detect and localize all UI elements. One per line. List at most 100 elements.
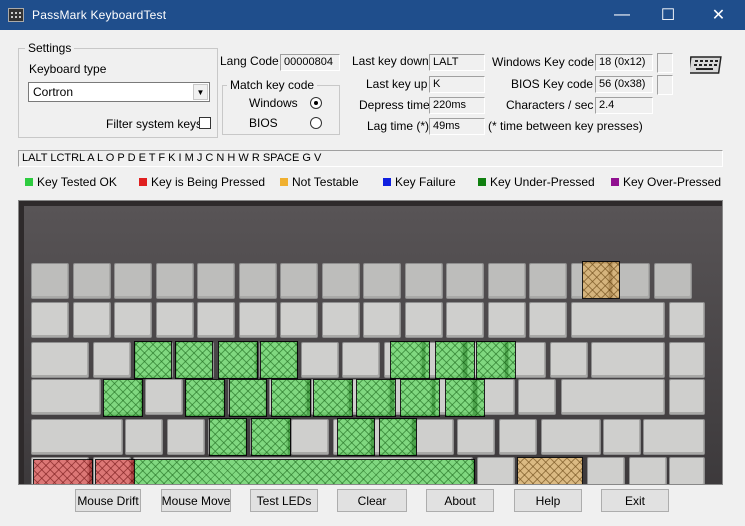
match-windows-radio[interactable] — [310, 97, 322, 109]
key-status-overlay — [379, 418, 417, 456]
keyboard-key — [155, 302, 194, 338]
keyboard-key — [669, 379, 705, 415]
chars-per-sec-field: 2.4 — [595, 97, 653, 114]
key-status-overlay — [251, 418, 291, 456]
keyboard-key — [114, 263, 152, 299]
keyboard-key — [669, 302, 705, 338]
key-status-overlay — [229, 379, 267, 417]
keyboard-key — [404, 302, 443, 338]
keyboard-key — [321, 302, 360, 338]
keyboard-key — [561, 379, 665, 415]
legend-tested-ok: Key Tested OK — [25, 175, 117, 189]
keyboard-key — [197, 263, 235, 299]
minimize-button[interactable]: — — [599, 0, 645, 30]
keyboard-key — [643, 419, 705, 455]
key-status-overlay — [517, 457, 583, 484]
keyboard-key — [529, 263, 567, 299]
maximize-button[interactable]: ☐ — [645, 0, 691, 30]
keyboard-key — [291, 419, 329, 455]
key-status-overlay — [435, 341, 475, 379]
keyboard-key — [446, 263, 484, 299]
key-log-field: LALT LCTRL A L O P D E T F K I M J C N H… — [18, 150, 723, 167]
keyboard-key — [238, 263, 277, 299]
legend-swatch — [478, 178, 486, 186]
lag-time-label: Lag time (*) — [367, 119, 430, 133]
lag-time-field: 49ms — [429, 118, 485, 135]
chevron-down-icon[interactable]: ▼ — [193, 84, 208, 100]
keyboard-type-value: Cortron — [33, 85, 74, 99]
keyboard-key — [653, 263, 692, 299]
app-keyboard-icon — [8, 8, 24, 22]
lang-code-field: 00000804 — [280, 54, 340, 71]
keyboard-key — [404, 263, 443, 299]
keyboard-photo — [18, 200, 723, 485]
legend-swatch — [139, 178, 147, 186]
keyboard-key — [197, 302, 235, 338]
keyboard-key — [166, 419, 205, 455]
window-title: PassMark KeyboardTest — [32, 8, 167, 22]
key-status-overlay — [582, 261, 620, 299]
keyboard-key — [300, 342, 339, 378]
keyboard-key — [114, 302, 152, 338]
legend-swatch — [383, 178, 391, 186]
keyboard-key — [603, 419, 641, 455]
keyboard-key — [93, 342, 131, 378]
test-leds-button[interactable]: Test LEDs — [250, 489, 318, 512]
key-status-overlay — [134, 341, 172, 379]
match-bios-label: BIOS — [249, 116, 278, 130]
keyboard-key — [415, 419, 454, 455]
keyboard-key — [363, 263, 401, 299]
windows-key-indicator — [657, 53, 673, 73]
keyboard-key — [342, 342, 380, 378]
keyboard-key — [280, 263, 318, 299]
keyboard-key — [238, 302, 277, 338]
legend-swatch — [611, 178, 619, 186]
keyboard-key — [669, 457, 705, 484]
mouse-drift-button[interactable]: Mouse Drift — [75, 489, 141, 512]
key-status-overlay — [313, 379, 353, 417]
keyboard-key — [669, 342, 705, 378]
keyboard-key — [571, 302, 665, 338]
windows-key-code-label: Windows Key code — [492, 55, 595, 69]
help-button[interactable]: Help — [514, 489, 582, 512]
keyboard-key — [155, 263, 194, 299]
clear-button[interactable]: Clear — [337, 489, 407, 512]
legend-label: Key Tested OK — [37, 175, 117, 189]
keyboard-type-select[interactable]: Cortron ▼ — [28, 82, 210, 102]
keyboard-key — [518, 379, 556, 415]
depress-time-field: 220ms — [429, 97, 485, 114]
key-status-overlay — [337, 418, 375, 456]
key-status-overlay — [260, 341, 298, 379]
match-windows-label: Windows — [249, 96, 298, 110]
chars-per-sec-label: Characters / sec — [506, 98, 594, 112]
legend-swatch — [280, 178, 288, 186]
legend-swatch — [25, 178, 33, 186]
bios-key-code-label: BIOS Key code — [511, 77, 594, 91]
keyboard-key — [31, 302, 69, 338]
mouse-move-button[interactable]: Mouse Move — [161, 489, 231, 512]
title-bar: PassMark KeyboardTest — ☐ ✕ — [0, 0, 745, 30]
legend-under-pressed: Key Under-Pressed — [478, 175, 595, 189]
key-status-overlay — [271, 379, 311, 417]
close-button[interactable]: ✕ — [692, 0, 745, 30]
legend-label: Key Failure — [395, 175, 456, 189]
exit-button[interactable]: Exit — [601, 489, 669, 512]
key-status-overlay — [33, 459, 93, 484]
match-key-code-label: Match key code — [227, 78, 318, 92]
last-key-up-label: Last key up — [366, 77, 428, 91]
keyboard-key — [487, 263, 526, 299]
key-status-overlay — [95, 459, 135, 484]
bios-key-code-field: 56 (0x38) — [595, 76, 653, 93]
filter-system-keys-checkbox[interactable] — [199, 117, 211, 129]
legend-label: Key Over-Pressed — [623, 175, 722, 189]
key-status-overlay — [218, 341, 258, 379]
keyboard-key — [31, 342, 89, 378]
last-key-up-field: K — [429, 76, 485, 93]
legend-being-pressed: Key is Being Pressed — [139, 175, 265, 189]
keyboard-key — [477, 457, 515, 484]
keyboard-key — [363, 302, 401, 338]
match-bios-radio[interactable] — [310, 117, 322, 129]
settings-group-label: Settings — [25, 41, 75, 55]
about-button[interactable]: About — [426, 489, 494, 512]
keyboard-key — [31, 379, 101, 415]
